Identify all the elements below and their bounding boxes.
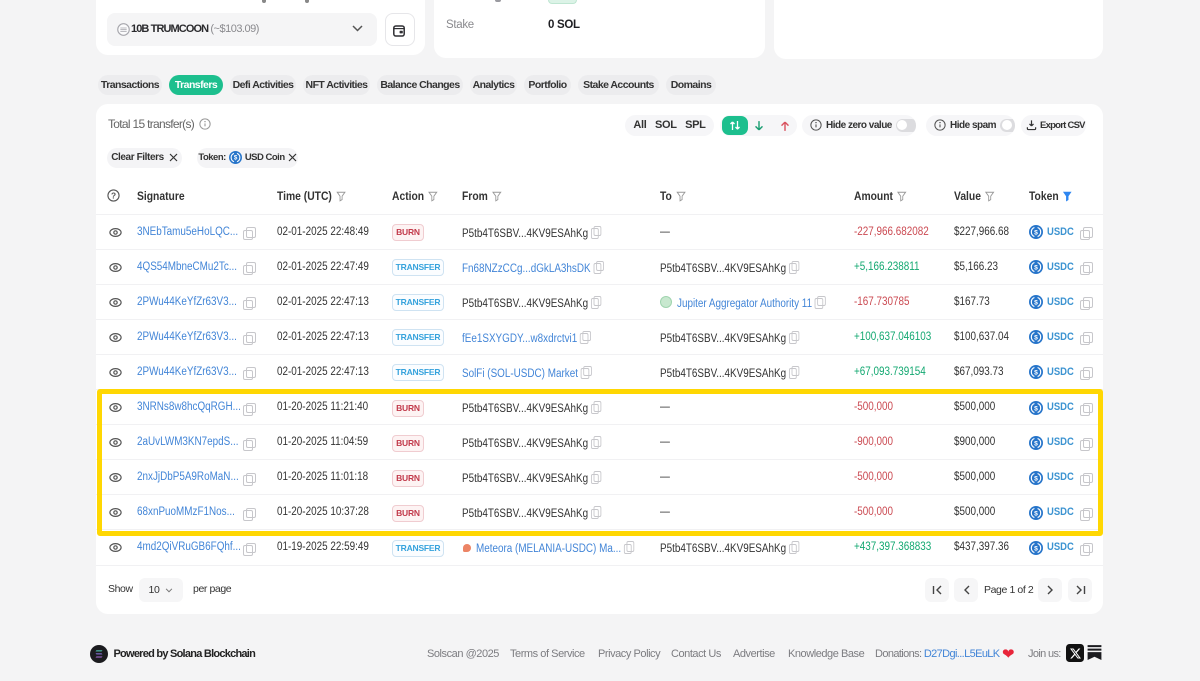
svg-text:$: $ <box>1034 229 1038 236</box>
svg-text:$: $ <box>1034 370 1038 377</box>
svg-text:?: ? <box>111 190 116 200</box>
svg-text:$: $ <box>1034 335 1038 342</box>
svg-text:$: $ <box>1034 265 1038 272</box>
svg-text:$: $ <box>1034 300 1038 307</box>
svg-text:$: $ <box>1034 545 1038 552</box>
